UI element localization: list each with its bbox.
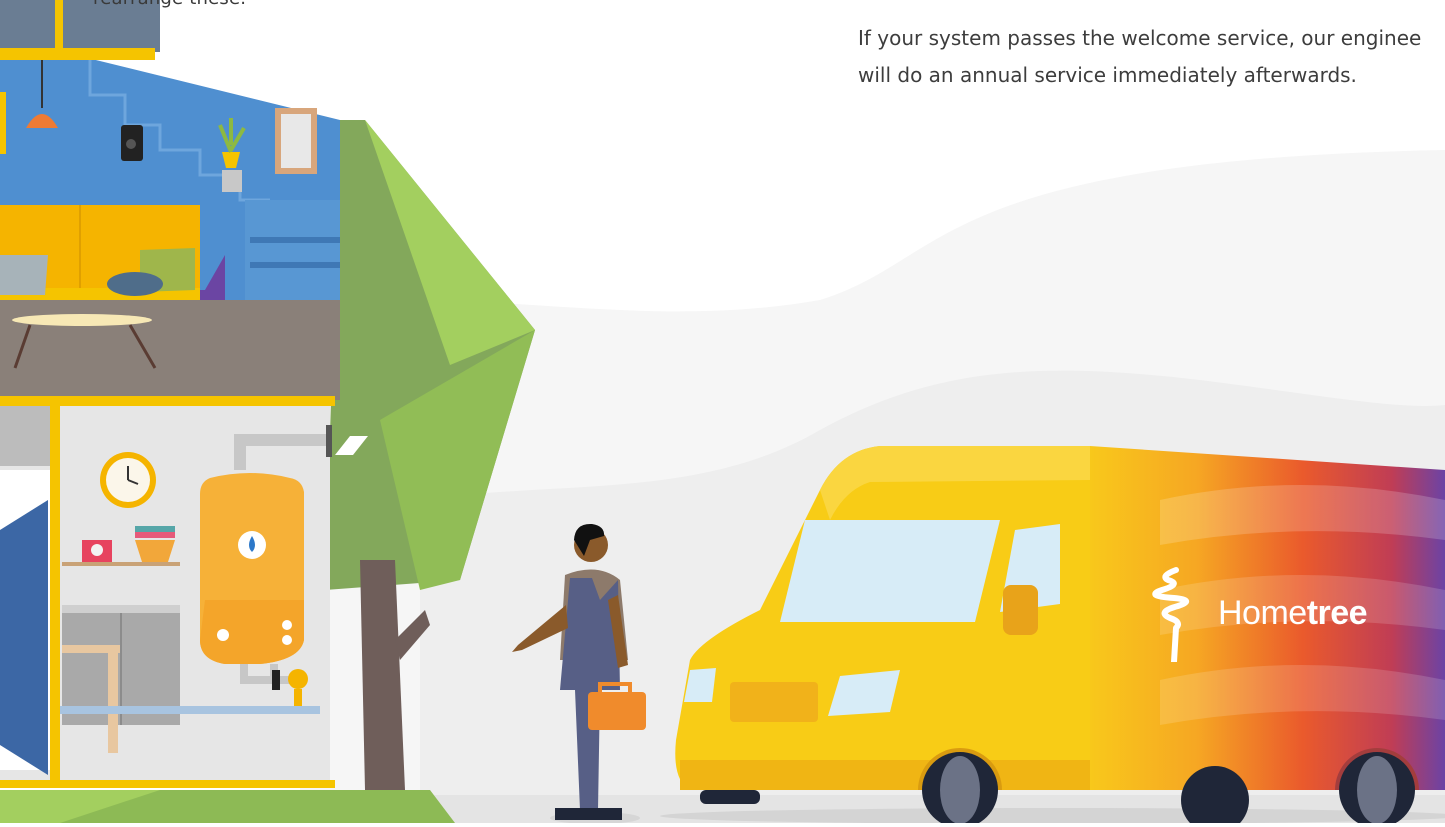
hometree-logo: Hometree [1138,566,1408,665]
brand-name-regular: Home [1218,594,1307,632]
description-line-1: If your system passes the welcome servic… [858,26,1422,50]
illustration-scene [0,0,1445,827]
brand-name: Hometree [1218,594,1368,633]
description-line-2: will do an annual service immediately af… [858,63,1357,87]
welcome-service-description: If your system passes the welcome servic… [858,20,1445,94]
hometree-squiggle-icon [1152,567,1189,665]
section-text-fragment: rearrange these. [93,0,246,9]
brand-name-bold: tree [1306,594,1368,632]
